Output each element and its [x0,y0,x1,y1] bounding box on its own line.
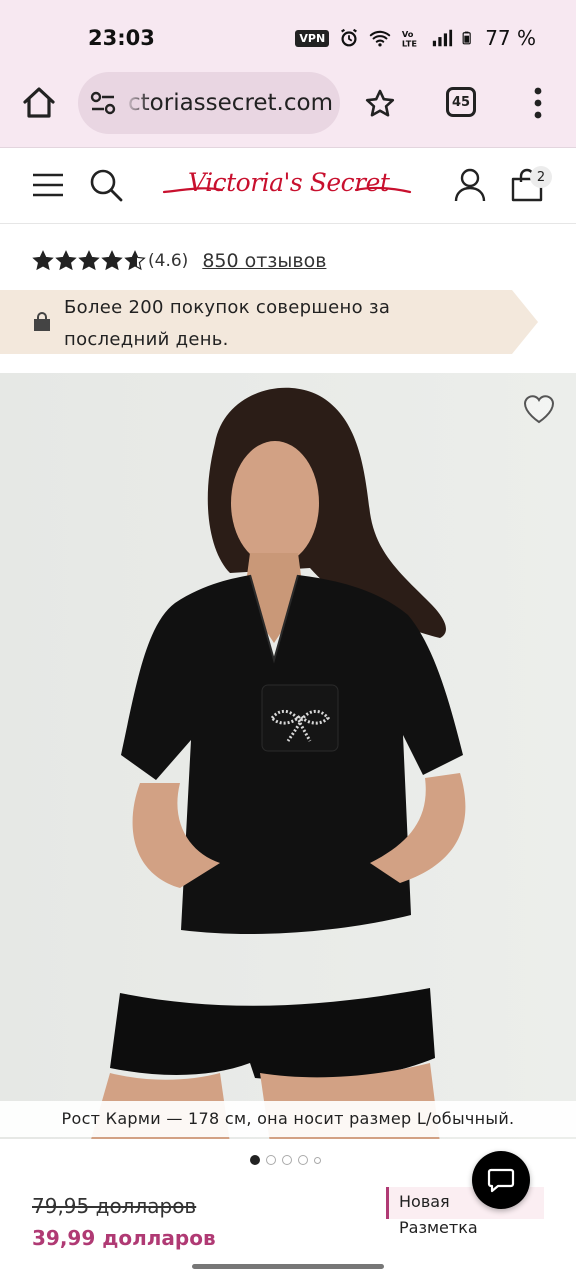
wifi-icon [370,30,391,47]
bookmark-star-icon[interactable] [364,88,396,120]
alarm-icon [341,28,358,47]
tag-line-2: Разметка [399,1218,478,1237]
chat-bubble-icon [487,1168,515,1193]
svg-text:LTE: LTE [402,38,418,48]
star-icon [78,250,100,271]
carousel-dot[interactable] [282,1155,292,1165]
status-time: 23:03 [88,26,155,50]
carousel-dot[interactable] [314,1156,321,1164]
url-bar[interactable]: ctoriassecret.com [78,72,340,134]
tag-line-1: Новая [399,1192,450,1211]
rating-row: (4.6) 850 отзывов [32,246,326,276]
product-image[interactable] [0,373,576,1139]
status-bar: 23:03 VPN Vo LTE 77 % [0,0,576,70]
volte-icon: VoLTE [402,29,418,48]
url-text: ctoriassecret.com [128,90,333,116]
site-settings-icon[interactable] [90,91,116,115]
shopping-bag-icon [34,312,50,331]
browser-toolbar: ctoriassecret.com 45 [0,70,576,148]
battery-level: 77 % [485,26,536,50]
site-logo[interactable]: Victoria's Secret [160,166,414,206]
logo-text: Victoria's Secret [188,168,390,197]
hamburger-menu-icon[interactable] [32,172,64,198]
bag-count-badge: 2 [530,166,552,188]
site-header: Victoria's Secret [0,148,576,224]
price-original: 79,95 долларов [32,1194,197,1218]
overflow-menu-icon[interactable] [528,86,548,120]
star-icon [124,250,146,271]
account-icon[interactable] [454,168,486,202]
home-icon[interactable] [20,84,58,122]
rating-stars [32,250,146,272]
price-sale: 39,99 долларов [32,1226,216,1250]
carousel-dot[interactable] [250,1155,260,1165]
url-fade [124,72,150,134]
reviews-link[interactable]: 850 отзывов [202,250,326,272]
carousel-dot[interactable] [298,1155,308,1165]
signal-icon [433,29,453,47]
star-icon [101,250,123,271]
search-icon[interactable] [89,168,123,202]
vpn-icon: VPN [295,29,330,47]
carousel-dots [250,1155,321,1165]
status-icons: VPN Vo LTE 77 % [295,26,536,50]
tabs-icon[interactable]: 45 [446,87,476,117]
heart-icon[interactable] [522,393,556,425]
carousel-dot[interactable] [266,1155,276,1165]
star-icon [55,250,77,271]
battery-icon [462,31,471,45]
chat-button[interactable] [472,1151,530,1209]
rating-value: (4.6) [148,251,189,271]
model-caption: Рост Карми — 178 см, она носит размер L/… [0,1101,576,1137]
product-photo-illustration [0,373,576,1139]
gesture-bar[interactable] [192,1264,384,1269]
promo-text: Более 200 покупок совершено за последний… [64,297,391,350]
promo-ribbon-tail [500,290,538,354]
star-icon [32,250,54,271]
